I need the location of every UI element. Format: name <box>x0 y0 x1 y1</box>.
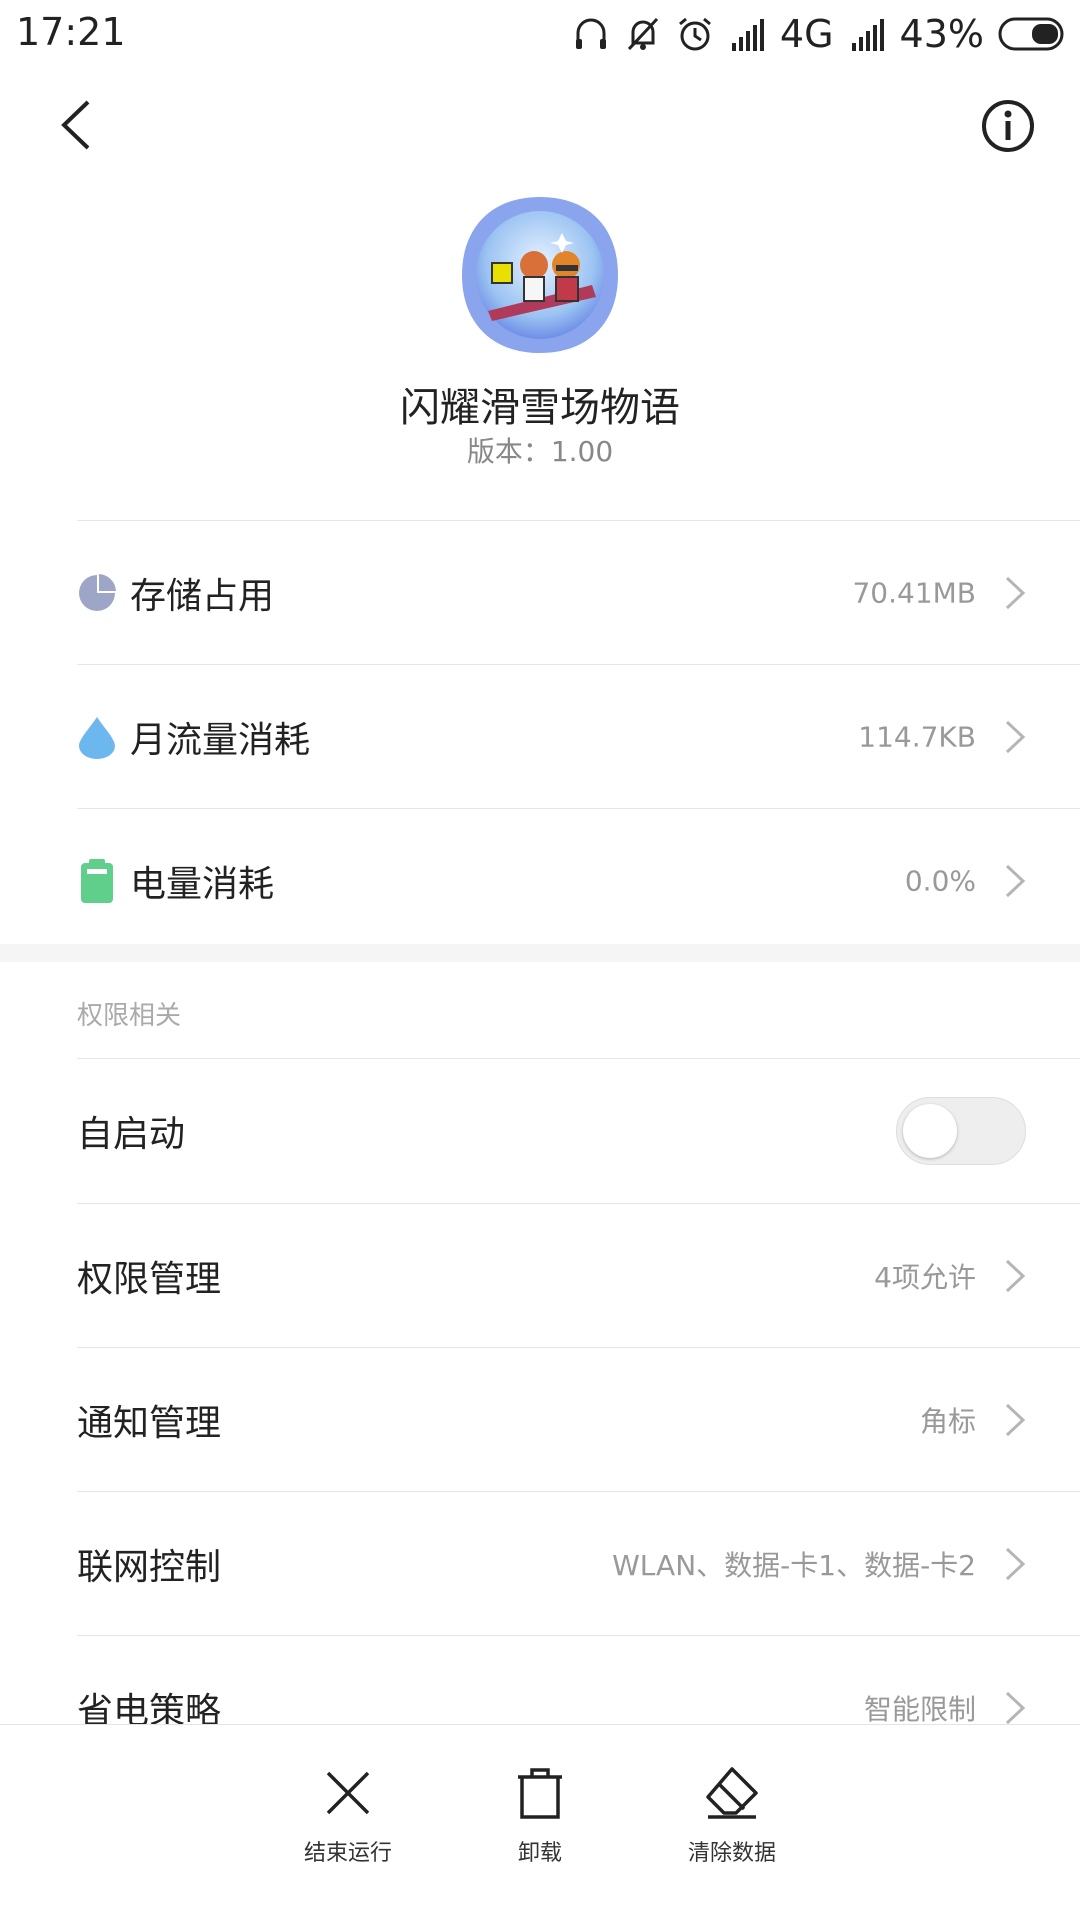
storage-label: 存储占用 <box>130 575 275 617</box>
info-icon[interactable] <box>980 98 1036 154</box>
app-name: 闪耀滑雪场物语 <box>400 385 680 431</box>
storage-value: 70.41MB <box>852 576 976 609</box>
chevron-right-icon <box>1005 1547 1026 1580</box>
clear-data-button[interactable]: 清除数据 <box>662 1765 802 1867</box>
force-stop-label: 结束运行 <box>303 1841 392 1866</box>
network-control-value: WLAN、数据-卡1、数据-卡2 <box>612 1548 976 1582</box>
trash-icon <box>518 1768 562 1819</box>
headset-icon <box>575 18 606 49</box>
chevron-right-icon <box>1005 1691 1026 1724</box>
traffic-row[interactable]: 月流量消耗 114.7KB <box>0 665 1080 808</box>
toggle-knob <box>903 1104 957 1158</box>
network-control-label: 联网控制 <box>77 1546 222 1588</box>
back-icon[interactable] <box>52 98 100 152</box>
autostart-toggle[interactable] <box>896 1097 1026 1165</box>
notification-management-value: 角标 <box>919 1404 976 1438</box>
chevron-right-icon <box>1005 1403 1026 1436</box>
status-time: 17:21 <box>16 10 126 54</box>
traffic-label: 月流量消耗 <box>130 719 311 761</box>
permissions-section-title: 权限相关 <box>77 1001 182 1031</box>
section-gap <box>0 944 1080 962</box>
chevron-right-icon <box>1005 720 1026 753</box>
battery-row[interactable]: 电量消耗 0.0% <box>0 809 1080 952</box>
mute-bell-icon <box>627 17 659 51</box>
clear-data-label: 清除数据 <box>687 1841 776 1866</box>
water-drop-icon <box>79 716 115 759</box>
alarm-icon <box>678 17 711 51</box>
notification-management-label: 通知管理 <box>77 1402 222 1444</box>
network-type: 4G <box>779 12 834 56</box>
chevron-right-icon <box>1005 1259 1026 1292</box>
storage-row[interactable]: 存储占用 70.41MB <box>0 521 1080 664</box>
signal-hd-icon <box>731 19 764 51</box>
battery-value: 0.0% <box>904 864 976 897</box>
notification-management-row[interactable]: 通知管理 角标 <box>0 1348 1080 1491</box>
uninstall-button[interactable]: 卸载 <box>470 1765 610 1867</box>
status-icons: 4G 43% <box>572 10 1064 58</box>
permission-management-row[interactable]: 权限管理 4项允许 <box>0 1204 1080 1347</box>
permission-management-value: 4项允许 <box>874 1260 976 1294</box>
signal-icon <box>851 19 884 51</box>
app-icon <box>462 197 618 353</box>
close-icon <box>326 1771 370 1815</box>
chevron-right-icon <box>1005 576 1026 609</box>
app-version: 版本：1.00 <box>466 435 614 468</box>
eraser-icon <box>706 1767 758 1819</box>
battery-label: 电量消耗 <box>130 863 275 905</box>
autostart-label: 自启动 <box>77 1113 186 1155</box>
bottom-action-bar: 结束运行 卸载 清除数据 <box>0 1724 1080 1921</box>
status-bar: 17:21 4G 43% <box>0 0 1080 68</box>
chevron-right-icon <box>1005 864 1026 897</box>
force-stop-button[interactable]: 结束运行 <box>278 1765 418 1867</box>
network-control-row[interactable]: 联网控制 WLAN、数据-卡1、数据-卡2 <box>0 1492 1080 1635</box>
permission-management-label: 权限管理 <box>77 1258 222 1300</box>
battery-percent: 43% <box>899 12 984 56</box>
pie-chart-icon <box>79 573 116 611</box>
traffic-value: 114.7KB <box>858 720 976 753</box>
power-saving-value: 智能限制 <box>863 1692 976 1726</box>
battery-status-icon <box>998 17 1064 51</box>
uninstall-label: 卸载 <box>517 1841 562 1866</box>
battery-icon <box>81 858 113 903</box>
